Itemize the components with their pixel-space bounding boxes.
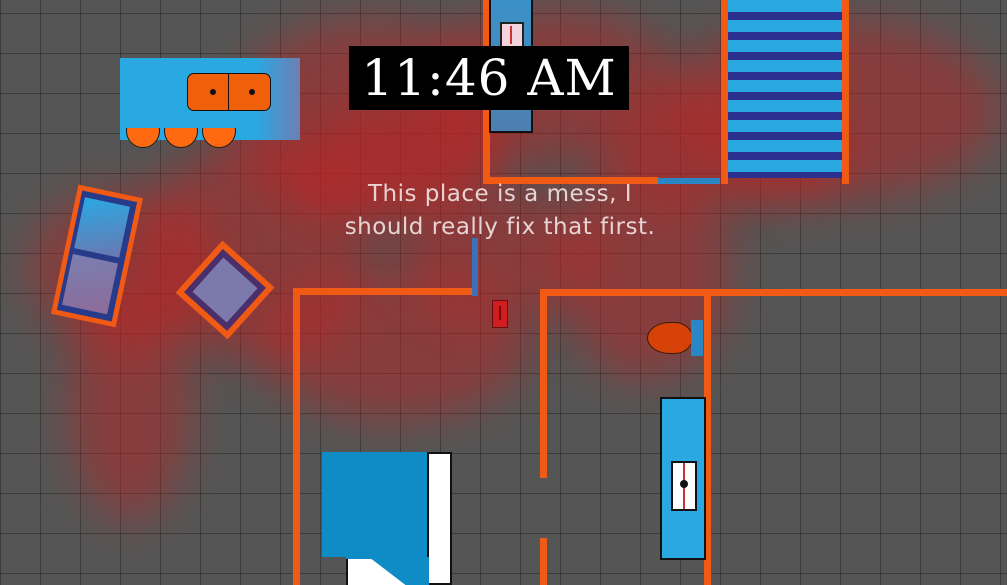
dialogue-text: This place is a mess, I should really fi… <box>344 181 656 240</box>
red-item[interactable] <box>492 300 508 328</box>
wall-bathroom-left <box>293 288 300 585</box>
door-bathroom[interactable] <box>472 238 478 296</box>
stove[interactable] <box>187 73 271 111</box>
stove-burner-icon <box>249 89 255 95</box>
game-viewport: 11:46 AM This place is a mess, I should … <box>0 0 1007 585</box>
wall-bedroom-left <box>721 0 728 184</box>
desk-lamp[interactable] <box>647 320 705 356</box>
stools <box>126 128 236 148</box>
striped-bed[interactable] <box>728 0 842 178</box>
wall-office-top <box>540 289 1007 296</box>
wall-bedroom-right <box>842 0 849 184</box>
door-hallway[interactable] <box>658 178 720 184</box>
wall-office-left-upper <box>540 289 547 478</box>
toilet[interactable] <box>322 452 452 585</box>
wall-bathroom-top <box>293 288 475 295</box>
tall-cabinet[interactable] <box>660 397 706 560</box>
stove-burner-icon <box>210 89 216 95</box>
clock-display: 11:46 AM <box>349 46 629 110</box>
wall-office-left-lower <box>540 538 547 585</box>
